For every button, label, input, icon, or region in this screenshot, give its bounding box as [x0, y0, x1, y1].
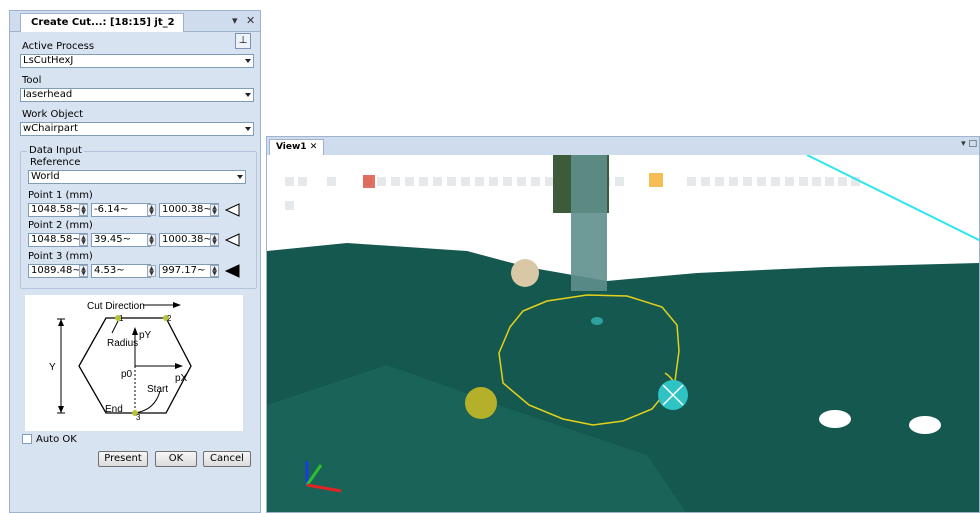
view-tab-bar: View1 ✕ ▾ □ — [267, 137, 979, 156]
panel-close-icon[interactable]: ✕ — [246, 14, 255, 27]
hex-cut-diagram: Cut Direction 1 2 3 Radius pY pX p0 Y St… — [25, 295, 243, 431]
pin-icon[interactable]: ⊥ — [235, 33, 251, 49]
spinner-icon[interactable]: ▲ ▼ — [210, 204, 219, 216]
spinner-icon[interactable]: ▲ ▼ — [79, 265, 88, 277]
point-2-label: Point 2 (mm) — [28, 220, 93, 231]
work-object-select[interactable]: wChairpart — [20, 122, 254, 136]
tool-value: laserhead — [23, 89, 73, 100]
reference-label: Reference — [30, 157, 81, 168]
spinner-icon[interactable]: ▲ ▼ — [79, 234, 88, 246]
diagram-px-label: pX — [175, 373, 188, 384]
panel-menu-icon[interactable]: ▾ — [232, 14, 238, 27]
diagram-py-label: pY — [139, 330, 152, 341]
hex-diagram-svg: Cut Direction 1 2 3 Radius pY pX p0 Y St… — [49, 301, 192, 422]
tool-shaft — [571, 155, 607, 291]
work-object-label: Work Object — [22, 109, 84, 120]
data-input-title: Data Input — [27, 145, 84, 156]
point-1-label: Point 1 (mm) — [28, 190, 93, 201]
hole-1 — [819, 410, 851, 428]
diagram-start-label: Start — [147, 384, 168, 395]
panel-tab-bar: Create Cut...: [18:15] jt_2 ▾ ✕ — [10, 11, 260, 32]
chevron-down-icon — [237, 175, 243, 179]
point-2-y-field[interactable]: 39.45~ — [91, 233, 151, 247]
tool-label: Tool — [22, 75, 42, 86]
view1-tab-label: View1 — [276, 142, 307, 152]
spinner-icon[interactable]: ▲ ▼ — [210, 234, 219, 246]
tool-select[interactable]: laserhead — [20, 88, 254, 102]
panel-tab[interactable]: Create Cut...: [18:15] jt_2 — [20, 13, 184, 32]
ok-button[interactable]: OK — [155, 451, 197, 467]
spinner-icon[interactable]: ▲ ▼ — [210, 265, 219, 277]
cancel-button[interactable]: Cancel — [203, 451, 251, 467]
view-menu-icon[interactable]: ▾ □ — [961, 139, 977, 149]
spinner-icon[interactable]: ▲ ▼ — [147, 204, 156, 216]
3d-scene-canvas[interactable] — [267, 155, 980, 513]
diagram-end-label: End — [105, 404, 123, 415]
hole-2 — [909, 416, 941, 434]
spinner-icon[interactable]: ▲ ▼ — [147, 265, 156, 277]
active-process-select[interactable]: LsCutHexJ — [20, 54, 254, 68]
diagram-p0-label: p0 — [121, 369, 133, 380]
diagram-radius-label: Radius — [107, 338, 138, 349]
sphere-top — [511, 259, 539, 287]
diagram-marker-3: 3 — [136, 413, 141, 422]
chevron-down-icon — [245, 127, 251, 131]
diagram-y-label: Y — [49, 362, 56, 373]
active-process-label: Active Process — [22, 41, 95, 52]
auto-ok-label: Auto OK — [36, 434, 77, 445]
view1-close-icon[interactable]: ✕ — [310, 142, 318, 152]
selected-tool-icon — [363, 175, 375, 188]
diagram-cut-direction: Cut Direction — [87, 301, 145, 312]
center-peg — [591, 317, 603, 325]
chevron-down-icon — [245, 59, 251, 63]
active-process-value: LsCutHexJ — [23, 55, 74, 66]
pick-point-1-icon[interactable] — [224, 203, 240, 217]
pick-point-2-icon[interactable] — [224, 233, 240, 247]
auto-ok-checkbox[interactable] — [22, 434, 32, 444]
work-object-value: wChairpart — [23, 123, 79, 134]
spinner-icon[interactable]: ▲ ▼ — [147, 234, 156, 246]
present-button[interactable]: Present — [98, 451, 148, 467]
reference-select[interactable]: World — [28, 170, 246, 184]
create-cut-panel: Create Cut...: [18:15] jt_2 ▾ ✕ ⊥ Active… — [9, 10, 261, 513]
diagram-marker-1: 1 — [119, 314, 124, 323]
pick-point-3-icon[interactable] — [224, 264, 240, 278]
point-1-y-field[interactable]: -6.14~ — [91, 203, 151, 217]
view1-window: View1 ✕ ▾ □ — [266, 136, 980, 513]
chevron-down-icon — [245, 93, 251, 97]
highlight-tool-icon — [649, 173, 663, 187]
spinner-icon[interactable]: ▲ ▼ — [79, 204, 88, 216]
sphere-yellow — [465, 387, 497, 419]
view1-tab[interactable]: View1 ✕ — [269, 139, 325, 156]
reference-value: World — [31, 171, 60, 182]
data-input-group: Data Input Reference World Point 1 (mm) … — [20, 145, 257, 289]
diagram-marker-2: 2 — [167, 314, 172, 323]
point-3-y-field[interactable]: 4.53~ — [91, 264, 151, 278]
point-3-label: Point 3 (mm) — [28, 251, 93, 262]
